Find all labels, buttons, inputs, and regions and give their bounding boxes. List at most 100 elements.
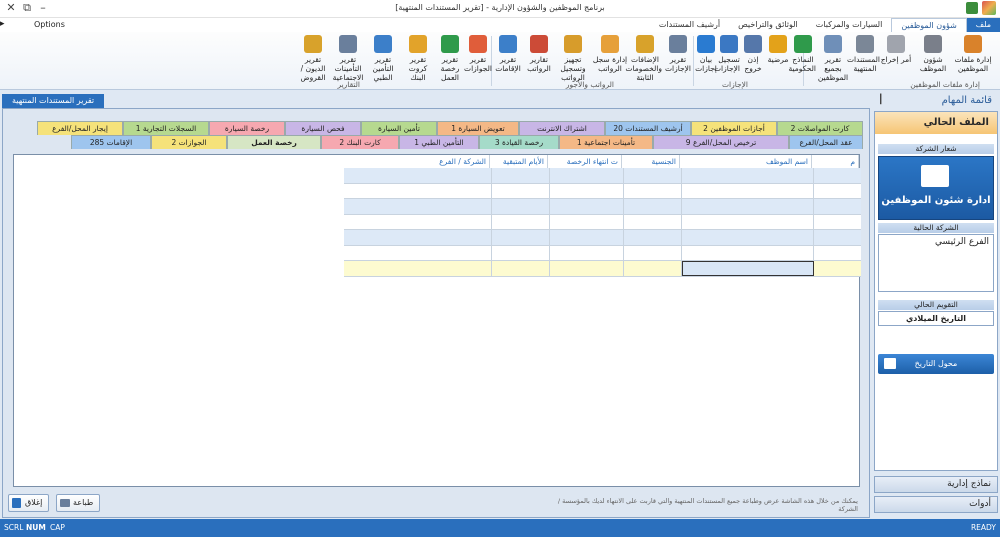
ribbon-button-5[interactable]: النماذج الحكومية [788, 35, 816, 73]
selected-cell[interactable] [682, 261, 814, 276]
category-chip[interactable]: إيجار المحل/الفرع [37, 121, 123, 135]
ribbon-button-icon [669, 35, 687, 53]
ribbon-button-4[interactable]: تقرير بجميع الموظفين [816, 35, 850, 82]
quick-access-icon[interactable] [966, 2, 978, 14]
table-row[interactable] [344, 183, 861, 199]
tab-vehicles[interactable]: السيارات والمركبات [807, 18, 892, 32]
tab-employee-affairs[interactable]: شؤون الموظفين [891, 18, 967, 32]
ribbon-button-icon [887, 35, 905, 53]
nav-admin-forms[interactable]: نماذج إدارية [874, 476, 998, 493]
table-cell-divider [623, 214, 624, 229]
category-chip[interactable]: أجازات الموظفين 2 [691, 121, 777, 135]
column-header[interactable]: الشركة / الفرع [343, 155, 490, 168]
calendar-field[interactable]: التاريخ الميلادي [878, 311, 994, 326]
category-chip[interactable]: رخصة السيارة [209, 121, 285, 135]
category-chip[interactable]: تعويض السيارة 1 [437, 121, 519, 135]
category-chip[interactable]: الإقامات 285 [71, 135, 151, 149]
category-chip[interactable]: عقد المحل/الفرع [789, 135, 863, 149]
column-header[interactable]: الأيام المتبقية [490, 155, 548, 168]
category-chip[interactable]: أرشيف المستندات 20 [605, 121, 691, 135]
ribbon-button-9[interactable]: بيان إجازات [694, 35, 718, 73]
category-chip[interactable]: السجلات التجارية 1 [123, 121, 209, 135]
category-chip[interactable]: رخصة القيادة 3 [479, 135, 559, 149]
ribbon-button-13[interactable]: تجهيز وتسجيل الرواتب [556, 35, 590, 82]
restore-window-button[interactable]: ⧉ [20, 1, 34, 15]
options-menu[interactable]: Options [34, 20, 65, 29]
ribbon-button-icon [469, 35, 487, 53]
ribbon-button-19[interactable]: تقرير التأمين الطبي [366, 35, 400, 82]
category-chip[interactable]: ترخيص المحل/الفرع 9 [653, 135, 789, 149]
category-chip[interactable]: تأمين السيارة [361, 121, 437, 135]
table-cell-divider [491, 230, 492, 245]
pin-icon[interactable]: ┃ [878, 95, 883, 105]
column-header[interactable]: ت انتهاء الرخصة [548, 155, 622, 168]
ribbon-button-0[interactable]: إدارة ملفات الموظفين [952, 35, 994, 73]
column-header[interactable]: الجنسية [622, 155, 680, 168]
table-row[interactable] [344, 230, 861, 246]
task-panel-title: قائمة المهام [941, 95, 992, 106]
table-row[interactable] [344, 199, 861, 215]
company-name[interactable]: الفرع الرئيسي [935, 237, 989, 247]
ribbon-button-6[interactable]: مرضية [766, 35, 790, 64]
close-button[interactable]: إغلاق [8, 494, 50, 512]
category-chip[interactable]: كارت المواصلات 2 [777, 121, 863, 135]
ribbon-button-7[interactable]: إذن خروج [742, 35, 764, 73]
tab-file[interactable]: ملف [966, 18, 1000, 32]
task-panel: الملف الحالي شعار الشركة ادارة شئون المو… [874, 111, 998, 471]
ribbon-button-16[interactable]: تقرير الجوازات [464, 35, 492, 73]
ribbon-button-3[interactable]: المستندات المنتهية [847, 35, 880, 73]
company-list[interactable]: الفرع الرئيسي [878, 234, 994, 292]
ribbon-button-15[interactable]: تقرير الإقامات [494, 35, 522, 73]
date-converter-button[interactable]: محول التاريخ [878, 354, 994, 374]
ribbon-button-14[interactable]: تقارير الرواتب [524, 35, 554, 73]
ribbon-button-icon [339, 35, 357, 53]
table-row[interactable] [344, 168, 861, 184]
table-cell-divider [623, 245, 624, 260]
tab-documents-archive[interactable]: أرشيف المستندات [650, 18, 729, 32]
table-cell-divider [491, 245, 492, 260]
ribbon-button-icon [441, 35, 459, 53]
category-chip[interactable]: فحص السيارة [285, 121, 361, 135]
printer-icon [60, 499, 70, 507]
column-header[interactable]: اسم الموظف [680, 155, 812, 168]
category-chip[interactable]: تأمينات اجتماعية 1 [559, 135, 653, 149]
category-chip[interactable]: اشتراك الانترنت [519, 121, 605, 135]
nav-tools[interactable]: أدوات [874, 496, 998, 513]
ribbon-button-label: أمر إخراج [880, 55, 912, 64]
tab-expired-documents-report[interactable]: تقرير المستندات المنتهية [2, 94, 105, 108]
ribbon-button-icon [564, 35, 582, 53]
column-header[interactable]: م [812, 155, 859, 168]
documents-grid[interactable]: م اسم الموظف الجنسية ت انتهاء الرخصة الأيام … [13, 154, 861, 487]
ribbon-button-10[interactable]: تقرير الإجازات [664, 35, 692, 73]
print-button[interactable]: طباعة [56, 494, 101, 512]
category-chip[interactable]: رخصة العمل [227, 135, 321, 149]
ribbon-button-20[interactable]: تقرير التأمينات الاجتماعية [332, 35, 364, 82]
ribbon-button-1[interactable]: شؤون الموظف [914, 35, 952, 73]
close-window-button[interactable]: ✕ [4, 1, 18, 14]
minimize-window-button[interactable]: – [36, 1, 50, 14]
table-row[interactable] [344, 245, 861, 261]
ribbon-button-icon [744, 35, 762, 53]
table-cell-divider [623, 199, 624, 214]
company-logo: ادارة شئون الموظفين [878, 156, 994, 220]
ribbon-button-2[interactable]: أمر إخراج [880, 35, 912, 64]
ribbon: إدارة ملفات الموظفين الإجازات الرواتب وا… [0, 32, 1000, 90]
ribbon-tabs: ملف شؤون الموظفين السيارات والمركبات الو… [650, 18, 1000, 32]
ribbon-button-8[interactable]: تسجيل الإجازات [714, 35, 740, 73]
group-label-employee-files: إدارة ملفات الموظفين [910, 80, 980, 89]
menu-icon[interactable]: ▸ [0, 19, 5, 29]
ribbon-button-21[interactable]: تقرير الديون / القروض [294, 35, 332, 82]
ribbon-button-12[interactable]: إدارة سجل الرواتب [592, 35, 628, 73]
category-chip[interactable]: التأمين الطبي 1 [399, 135, 479, 149]
category-chip[interactable]: الجوازات 2 [151, 135, 227, 149]
table-row[interactable] [344, 214, 861, 230]
tab-documents-licenses[interactable]: الوثائق والتراخيص [729, 18, 807, 32]
category-chip[interactable]: كارت البنك 2 [321, 135, 399, 149]
ribbon-button-18[interactable]: تقرير كروت البنك [402, 35, 434, 82]
ribbon-button-11[interactable]: الإضافات والخصومات الثابتة [625, 35, 662, 82]
ribbon-button-icon [824, 35, 842, 53]
table-row[interactable] [344, 261, 861, 277]
ribbon-button-17[interactable]: تقرير رخصة العمل [436, 35, 464, 82]
ribbon-button-label: إدارة ملفات الموظفين [954, 55, 992, 73]
category-row-1: كارت المواصلات 2 أجازات الموظفين 2 أرشيف ا… [37, 121, 863, 135]
